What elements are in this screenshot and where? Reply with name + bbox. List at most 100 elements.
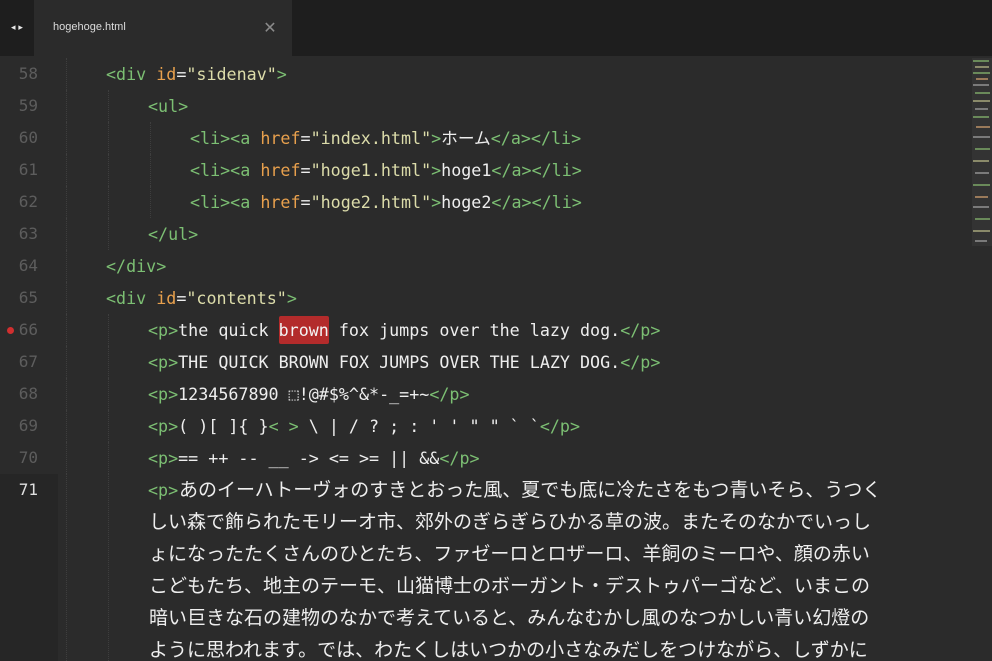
indent-guide (108, 474, 109, 661)
tab-hogehoge[interactable]: hogehoge.html ✕ (34, 0, 292, 56)
minimap-line (976, 126, 990, 128)
code-text: \ | / ? ; : ' ' " " ` ` (298, 416, 540, 436)
indent-guide (150, 186, 151, 218)
code-text: hoge1 (441, 160, 492, 180)
code-string: "sidenav" (186, 64, 277, 84)
code-tag: <p> (148, 480, 179, 500)
gutter-line[interactable]: 64 (0, 250, 58, 282)
line-number: 62 (18, 192, 38, 211)
code-line-content: <li><a href="hoge2.html">hoge2</a></li> (190, 186, 582, 218)
line-number: 67 (18, 352, 38, 371)
indent-guide (66, 58, 67, 90)
gutter-line[interactable]: 63 (0, 218, 58, 250)
code-line[interactable]: <ul> (58, 90, 970, 122)
code-line[interactable]: <li><a href="hoge2.html">hoge2</a></li> (58, 186, 970, 218)
minimap-line (975, 92, 990, 94)
gutter-line[interactable]: 69 (0, 410, 58, 442)
code-string: "hoge2.html" (310, 192, 432, 212)
code-line[interactable]: <p>the quick brown fox jumps over the la… (58, 314, 970, 346)
code-area[interactable]: <div id="sidenav"> <ul> <li><a href="ind… (58, 56, 970, 661)
minimap-line (973, 116, 989, 118)
code-tag: <p> (148, 416, 179, 436)
code-attr: id (156, 288, 177, 308)
minimap-line (973, 136, 990, 138)
gutter-line[interactable]: 59 (0, 90, 58, 122)
minimap-line (973, 84, 989, 86)
code-tag: <div (106, 288, 157, 308)
code-tag: <li><a (190, 128, 261, 148)
code-tag: </a></li> (491, 192, 582, 212)
code-line[interactable]: <p>THE QUICK BROWN FOX JUMPS OVER THE LA… (58, 346, 970, 378)
code-line[interactable]: </ul> (58, 218, 970, 250)
code-line-content: <p>== ++ -- __ -> <= >= || &&</p> (148, 442, 480, 474)
code-tag: <p> (148, 352, 179, 372)
indent-guide (108, 218, 109, 250)
indent-guide (66, 314, 67, 346)
code-line[interactable]: </div> (58, 250, 970, 282)
gutter-line-current[interactable]: 71 (0, 474, 58, 661)
minimap-line (975, 172, 989, 174)
code-tag: </div> (106, 256, 167, 276)
indent-guide (108, 122, 109, 154)
line-number: 70 (18, 448, 38, 467)
gutter-line[interactable]: 60 (0, 122, 58, 154)
code-tag: > (276, 64, 287, 84)
code-text: the quick (178, 320, 279, 340)
gutter-line[interactable]: 61 (0, 154, 58, 186)
code-line[interactable]: <div id="contents"> (58, 282, 970, 314)
paragraph-text-line: ように思われます。では、わたくしはいつかの小さなみだしをつけながら、しずかに (149, 639, 868, 661)
code-line[interactable]: <p>== ++ -- __ -> <= >= || &&</p> (58, 442, 970, 474)
indent-guide (66, 410, 67, 442)
code-text: fox jumps over the lazy dog. (328, 320, 621, 340)
tab-label: hogehoge.html (53, 21, 126, 33)
code-line[interactable]: <li><a href="index.html">ホーム</a></li> (58, 122, 970, 154)
gutter-line[interactable]: 70 (0, 442, 58, 474)
gutter-line[interactable]: 65 (0, 282, 58, 314)
code-tag: <p> (148, 474, 178, 506)
code-line-content: <p>1234567890 ⬚!@#$%^&*-_=+~</p> (148, 378, 470, 410)
close-icon[interactable]: ✕ (262, 17, 278, 39)
line-number: 68 (18, 384, 38, 403)
gutter-line[interactable]: 66 (0, 314, 58, 346)
indent-guide (66, 250, 67, 282)
minimap[interactable] (970, 56, 992, 661)
indent-guide (66, 154, 67, 186)
line-number: 64 (18, 256, 38, 275)
indent-guide (66, 122, 67, 154)
code-line[interactable]: <li><a href="hoge1.html">hoge1</a></li> (58, 154, 970, 186)
tab-nav-arrows-icon[interactable]: ◂ ▸ (4, 19, 30, 37)
code-tag: </p> (439, 448, 480, 468)
code-line[interactable]: <p>1234567890 ⬚!@#$%^&*-_=+~</p> (58, 378, 970, 410)
gutter-line[interactable]: 58 (0, 58, 58, 90)
indent-guide (66, 90, 67, 122)
minimap-line (975, 108, 988, 110)
code-line[interactable]: <p>( )[ ]{ }< > \ | / ? ; : ' ' " " ` `<… (58, 410, 970, 442)
paragraph-text-line: しい森で飾られたモリーオ市、郊外のぎらぎらひかる草の波。またそのなかでいっし (149, 511, 872, 533)
code-tag: </p> (539, 416, 581, 436)
line-number: 69 (18, 416, 38, 435)
line-number: 59 (18, 96, 38, 115)
indent-guide (108, 410, 109, 442)
indent-guide (66, 378, 67, 410)
code-tag: </p> (620, 352, 661, 372)
minimap-line (973, 160, 989, 162)
code-string: "contents" (186, 288, 287, 308)
indent-guide (108, 314, 109, 346)
search-highlight[interactable]: brown (278, 316, 329, 344)
code-punct: = (176, 64, 187, 84)
gutter-line[interactable]: 62 (0, 186, 58, 218)
line-number: 58 (18, 64, 38, 83)
gutter-line[interactable]: 68 (0, 378, 58, 410)
code-line-current[interactable]: <p> あのイーハトーヴォのすきとおった風、夏でも底に冷たさをもつ青いそら、うつ… (58, 474, 970, 661)
code-tag: <li><a (190, 160, 261, 180)
code-tag: > (431, 128, 442, 148)
minimap-line (975, 148, 990, 150)
gutter-line[interactable]: 67 (0, 346, 58, 378)
indent-guide (108, 154, 109, 186)
code-tag: </ul> (148, 224, 199, 244)
code-line[interactable]: <div id="sidenav"> (58, 58, 970, 90)
code-line-content: <p>( )[ ]{ }< > \ | / ? ; : ' ' " " ` `<… (148, 410, 580, 442)
line-number: 71 (18, 480, 38, 499)
code-line-content: </ul> (148, 218, 198, 250)
breakpoint-icon[interactable] (7, 327, 14, 334)
